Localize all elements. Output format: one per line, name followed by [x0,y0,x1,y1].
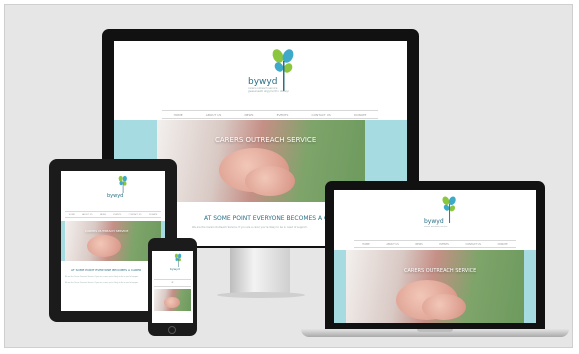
nav-about[interactable]: ABOUT US [206,113,222,117]
body-text-2: We are the Carers Outreach Service. If y… [65,283,139,284]
hero-title: CARERS OUTREACH SERVICE [85,229,129,233]
nav-donate[interactable]: DONATE [149,214,157,216]
monitor-base [217,292,305,298]
laptop-device: bywyd carers outreach service HOME ABOUT… [325,181,545,329]
nav-events[interactable]: EVENTS [439,243,448,246]
brand-name: bywyd [248,77,278,87]
hero-image: CARERS OUTREACH SERVICE [346,250,524,323]
nav-contact[interactable]: CONTACT US [466,243,481,246]
nav-about[interactable]: ABOUT US [82,214,92,216]
bywyd-logo [174,253,182,267]
laptop-notch [417,329,453,332]
phone-device: bywyd ☰ [148,238,197,336]
phone-nav[interactable]: ☰ [154,279,191,287]
nav-news[interactable]: NEWS [100,214,106,216]
hero-image [154,289,191,311]
nav-home[interactable]: HOME [362,243,369,246]
brand-name: bywyd [170,267,180,271]
device-mockup-canvas: bywyd carers outreach service gwasanaeth… [4,4,573,348]
tagline: AT SOME POINT EVERYONE BECOMES A CARER [204,215,345,222]
nav-events[interactable]: EVENTS [113,214,121,216]
nav-events[interactable]: EVENTS [277,113,289,117]
nav-home[interactable]: HOME [174,113,183,117]
hero-title: CARERS OUTREACH SERVICE [404,268,477,274]
brand-tagline-1: carers outreach service [424,226,448,228]
nav-news[interactable]: NEWS [415,243,422,246]
nav-news[interactable]: NEWS [244,113,253,117]
desktop-nav[interactable]: HOME ABOUT US NEWS EVENTS CONTACT US DON… [162,110,378,119]
nav-donate[interactable]: DONATE [498,243,508,246]
nav-about[interactable]: ABOUT US [386,243,398,246]
nav-contact[interactable]: CONTACT US [129,214,142,216]
body-text: We are the Carers Outreach Service. If y… [65,277,139,278]
body-text: We are the Carers Outreach Service. If y… [192,226,308,229]
nav-donate[interactable]: DONATE [354,113,366,117]
phone-screen: bywyd ☰ [152,251,193,323]
nav-home[interactable]: HOME [69,214,75,216]
monitor-stand [230,248,290,294]
tagline: AT SOME POINT EVERYONE BECOMES A CARER [71,268,142,272]
laptop-screen: bywyd carers outreach service HOME ABOUT… [334,190,536,323]
brand-name: bywyd [107,193,124,199]
laptop-nav[interactable]: HOME ABOUT US NEWS EVENTS CONTACT US DON… [354,240,516,248]
brand-tagline-2: gwasanaeth allgymorth i ofalwyr [248,90,290,93]
hero-image: CARERS OUTREACH SERVICE [65,221,161,261]
menu-icon[interactable]: ☰ [172,282,174,284]
brand-name: bywyd [424,218,444,225]
bywyd-logo [118,175,127,193]
tablet-nav[interactable]: HOME ABOUT US NEWS EVENTS CONTACT US DON… [65,211,161,218]
home-button[interactable] [168,326,176,334]
hero-title: CARERS OUTREACH SERVICE [215,136,317,144]
nav-contact[interactable]: CONTACT US [312,113,331,117]
